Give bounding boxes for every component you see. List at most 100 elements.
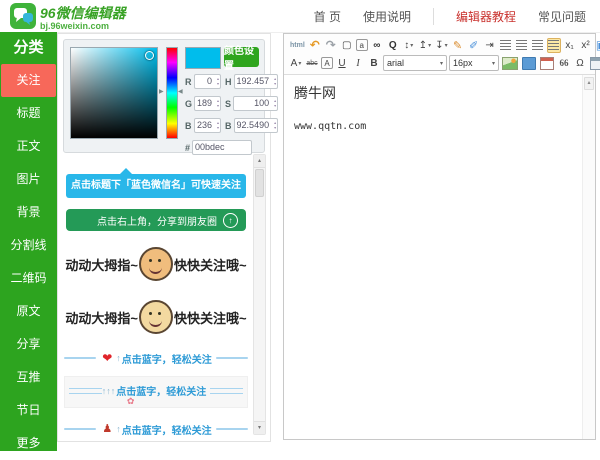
format-painter-icon[interactable]: ✎ (451, 38, 465, 53)
insert-media-icon[interactable] (521, 56, 537, 71)
sidebar-item-3[interactable]: 正文 (0, 130, 57, 163)
special-char-icon[interactable]: Ω (573, 56, 587, 71)
sidebar-item-8[interactable]: 原文 (0, 295, 57, 328)
align-right-icon[interactable] (531, 38, 545, 53)
content-line-1[interactable]: 腾牛网 (294, 83, 573, 103)
blockquote-icon[interactable]: 66 (557, 56, 571, 71)
spinner-icon[interactable]: ▴▾ (274, 120, 276, 130)
scroll-thumb[interactable] (255, 169, 264, 197)
sidebar-item-10[interactable]: 互推 (0, 361, 57, 394)
font-size-select-value: 16px (453, 58, 473, 68)
indent-icon[interactable]: ⇥ (483, 38, 497, 53)
superscript-icon[interactable]: x² (579, 38, 593, 53)
color-field-b: B236▴▾ (185, 118, 221, 133)
insert-image-icon[interactable] (501, 56, 519, 71)
sidebar-item-5[interactable]: 背景 (0, 196, 57, 229)
template-item-7[interactable]: ♟↑点击蓝字，轻松关注 (64, 420, 248, 437)
font-color-icon[interactable]: A▾ (289, 56, 303, 71)
redo-icon[interactable]: ↷ (324, 38, 338, 53)
bottom-spacing-icon[interactable]: ↧▾ (434, 38, 448, 53)
scroll-up-button[interactable]: ▴ (254, 155, 265, 168)
replace-icon[interactable]: Q (386, 38, 400, 53)
circle-up-arrow-icon: ↑ (223, 213, 238, 228)
align-center-icon[interactable] (515, 38, 529, 53)
insert-date-icon[interactable] (589, 56, 600, 71)
spinner-icon[interactable]: ▴▾ (217, 98, 219, 108)
spinner-icon[interactable]: ▴▾ (217, 76, 219, 86)
sidebar-item-4[interactable]: 图片 (0, 163, 57, 196)
sidebar-item-1[interactable]: 关注 (1, 64, 56, 97)
template-item-1[interactable]: 点击标题下「蓝色微信名」可快速关注 (66, 174, 246, 198)
underline-icon[interactable]: U (335, 56, 349, 71)
sidebar-item-9[interactable]: 分享 (0, 328, 57, 361)
bold-icon[interactable]: B (367, 56, 381, 71)
color-field-label-hex: # (185, 143, 190, 153)
eraser-icon[interactable]: ✐ (467, 38, 481, 53)
sv-selector-handle[interactable] (145, 51, 154, 60)
template-list-scrollbar[interactable]: ▴ ▾ (253, 154, 266, 435)
font-family-select[interactable]: arial▾ (383, 55, 447, 71)
saturation-brightness-square[interactable] (70, 47, 158, 139)
template-item-5[interactable]: ❤↑点击蓝字，轻松关注 (64, 349, 248, 367)
figure-icon: ♟ (102, 423, 112, 435)
sidebar-items: 关注标题正文图片背景分割线二维码原文分享互推节日更多 (0, 64, 57, 460)
sidebar-item-2[interactable]: 标题 (0, 97, 57, 130)
bird-icon: ✿ (127, 396, 135, 407)
banner-text: 点击右上角，分享到朋友圈 (97, 213, 217, 228)
sidebar-item-11[interactable]: 节日 (0, 394, 57, 427)
editor-scroll-up-button[interactable]: ▴ (584, 77, 594, 90)
color-settings-button[interactable]: 颜色设置 (224, 47, 259, 67)
template-item-2[interactable]: 点击右上角，分享到朋友圈 ↑ (66, 209, 246, 231)
nav-item-3[interactable]: 编辑器教程 (433, 8, 516, 25)
divider-text: 点击蓝字，轻松关注 (122, 351, 212, 366)
spinner-icon[interactable]: ▴▾ (217, 120, 219, 130)
sidebar-item-6[interactable]: 分割线 (0, 229, 57, 262)
color-input-h[interactable]: 192.457▴▾ (234, 74, 279, 89)
color-input-r[interactable]: 0▴▾ (194, 74, 222, 89)
logo[interactable]: 96微信编辑器 bj.96weixin.com (10, 3, 126, 34)
template-item-3[interactable]: 动动大拇指~快快关注哦~ (64, 244, 248, 284)
find-icon[interactable]: ∞ (370, 38, 384, 53)
spinner-icon[interactable]: ▴▾ (274, 98, 276, 108)
nav-item-4[interactable]: 常见问题 (538, 8, 586, 25)
top-spacing-icon[interactable]: ↥▾ (418, 38, 432, 53)
align-left-icon[interactable] (499, 38, 513, 53)
font-size-select[interactable]: 16px ▾ (449, 55, 499, 71)
html-source-icon[interactable]: html (289, 38, 306, 53)
align-justify-icon[interactable] (547, 38, 561, 53)
color-field-label-g: G (185, 99, 192, 109)
template-item-6[interactable]: ↑↑↑点击蓝字，轻松关注✿ (64, 376, 248, 408)
strikethrough-icon[interactable]: abc (305, 56, 319, 71)
nav-item-2[interactable]: 使用说明 (363, 8, 411, 25)
cartoon-text-right: 快快关注哦~ (174, 255, 247, 274)
auto-typeset-icon[interactable]: a (356, 39, 368, 51)
hue-slider[interactable] (166, 47, 178, 139)
color-field-r: R0▴▾ (185, 74, 221, 89)
background-color-icon[interactable]: A (321, 57, 333, 69)
sidebar-item-12[interactable]: 更多 (0, 427, 57, 460)
editor-content-text[interactable]: 腾牛网 www.qqtn.com (284, 75, 583, 439)
spinner-icon[interactable]: ▴▾ (274, 76, 276, 86)
line-spacing-icon[interactable]: ↕▾ (402, 38, 416, 53)
undo-icon[interactable]: ↶ (308, 38, 322, 53)
color-input-b2[interactable]: 92.5490▴▾ (234, 118, 279, 133)
color-field-h: H192.457▴▾ (225, 74, 278, 89)
divider-text: 点击蓝字，轻松关注 (122, 422, 212, 437)
color-input-s[interactable]: 100▴▾ (233, 96, 278, 111)
insert-table-icon[interactable] (539, 56, 555, 71)
italic-icon[interactable]: I (351, 56, 365, 71)
editor-panel: html↶↷▢a∞Q↕▾↥▾↧▾✎✐⇥x₁x²▣ A▾abcAUIBarial▾… (283, 33, 596, 440)
content-line-2[interactable]: www.qqtn.com (294, 121, 573, 132)
nav-item-1[interactable]: 首 页 (314, 8, 341, 25)
scroll-down-button[interactable]: ▾ (254, 421, 265, 434)
subscript-icon[interactable]: x₁ (563, 38, 577, 53)
color-input-g[interactable]: 189▴▾ (194, 96, 221, 111)
chevron-down-icon: ▾ (492, 60, 495, 67)
color-input-b[interactable]: 236▴▾ (194, 118, 222, 133)
template-item-4[interactable]: 动动大拇指~快快关注哦~ (64, 297, 248, 337)
new-document-icon[interactable]: ▢ (340, 38, 354, 53)
fullscreen-preview-icon[interactable]: ▣ (595, 38, 600, 53)
sidebar-item-7[interactable]: 二维码 (0, 262, 57, 295)
editor-scrollbar[interactable]: ▴ (582, 75, 595, 439)
editor-content[interactable]: 腾牛网 www.qqtn.com ▴ (284, 75, 595, 439)
